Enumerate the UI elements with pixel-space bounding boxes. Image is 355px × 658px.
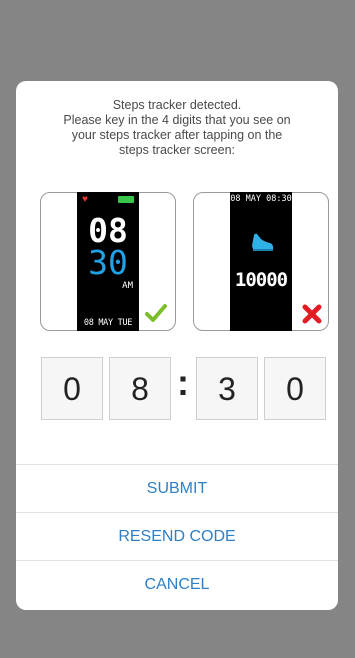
- instruction-message: Steps tracker detected. Please key in th…: [16, 98, 338, 158]
- verification-dialog: Steps tracker detected. Please key in th…: [16, 81, 338, 610]
- clock-date: 08 MAY TUE: [83, 318, 133, 328]
- resend-code-button[interactable]: RESEND CODE: [16, 512, 338, 560]
- message-line: steps tracker screen:: [118, 143, 235, 157]
- clock-minute: 30: [88, 243, 128, 282]
- tracker-option-wrong: 08 MAY 08:30 10000: [193, 192, 329, 331]
- check-icon: [145, 304, 167, 322]
- steps-screen-datetime: 08 MAY 08:30: [230, 194, 292, 204]
- code-digit-2[interactable]: 8: [109, 357, 171, 420]
- tracker-steps-screen: 08 MAY 08:30 10000: [230, 192, 292, 331]
- code-digit-3[interactable]: 3: [196, 357, 258, 420]
- code-digit-1[interactable]: 0: [41, 357, 103, 420]
- submit-button[interactable]: SUBMIT: [16, 464, 338, 512]
- steps-count: 10000: [234, 269, 288, 291]
- code-digit-4[interactable]: 0: [264, 357, 326, 420]
- cross-icon: [302, 304, 322, 324]
- clock-ampm: AM: [122, 281, 133, 291]
- code-separator: :: [177, 362, 189, 403]
- shoe-icon: [252, 233, 273, 251]
- cancel-button[interactable]: CANCEL: [16, 560, 338, 608]
- heart-icon: ♥: [82, 194, 88, 205]
- tracker-option-correct: ♥ 08 30 AM 08 MAY TUE: [40, 192, 176, 331]
- message-line: Please key in the 4 digits that you see …: [63, 113, 291, 127]
- message-line: your steps tracker after tapping on the: [71, 128, 283, 142]
- tracker-clock-screen: ♥ 08 30 AM 08 MAY TUE: [77, 192, 139, 331]
- battery-icon: [118, 196, 134, 203]
- message-line: Steps tracker detected.: [112, 98, 242, 112]
